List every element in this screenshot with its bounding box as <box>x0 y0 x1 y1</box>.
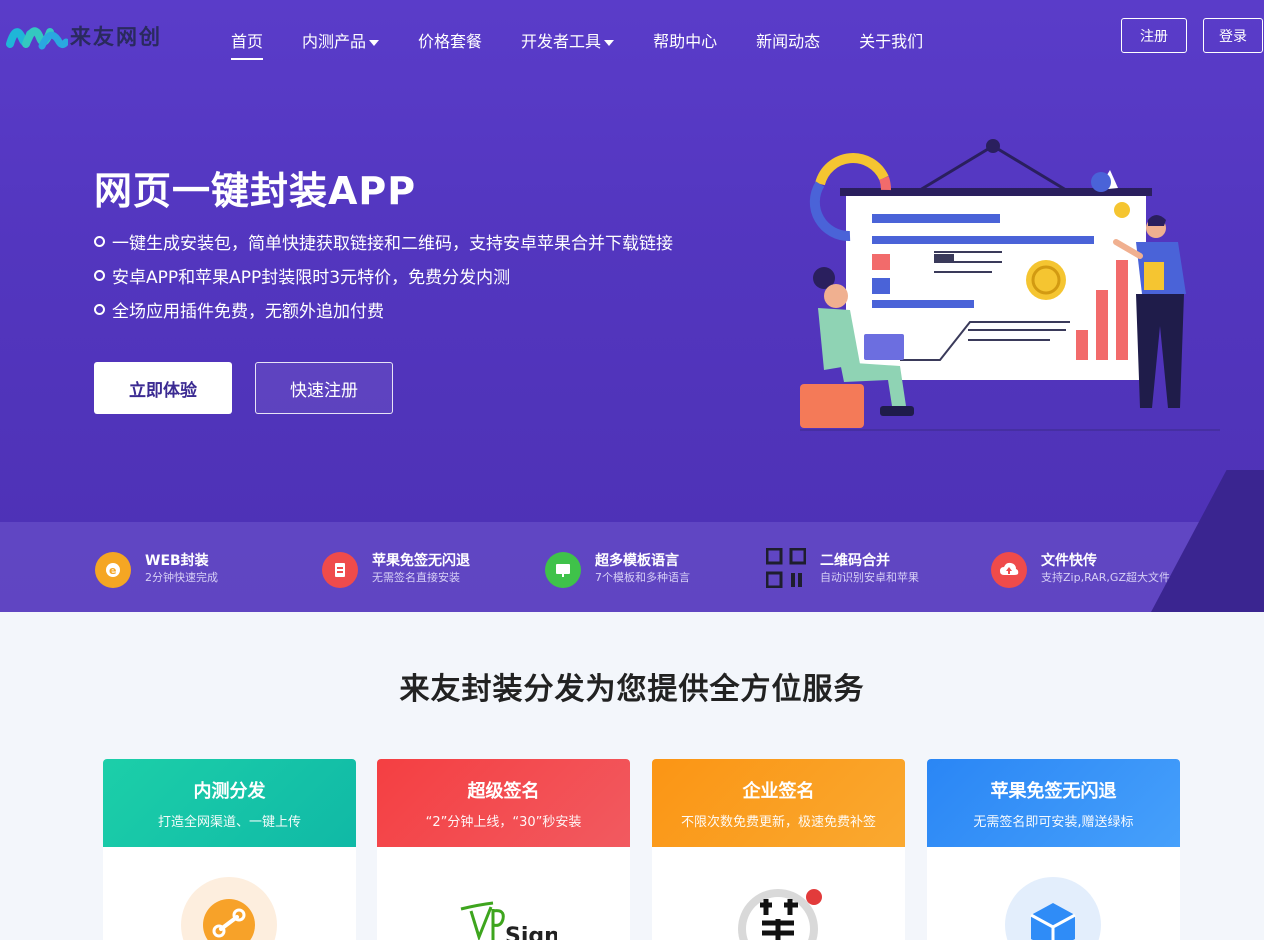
caret-down-icon <box>369 39 380 46</box>
nav-item[interactable]: 开发者工具 <box>521 28 615 52</box>
feature-file-transfer[interactable]: 文件快传 支持Zip,RAR,GZ超大文件 <box>991 552 1170 588</box>
hero-title: 网页一键封装APP <box>94 169 417 213</box>
logo-mark-icon <box>6 14 70 58</box>
feature-templates[interactable]: 超多模板语言 7个模板和多种语言 <box>545 552 690 588</box>
monitor-icon <box>545 552 581 588</box>
e-icon: e <box>95 552 131 588</box>
feature-strip: e WEB封装 2分钟快速完成 苹果免签无闪退 无需签名直接安装 超多模板语言 … <box>0 522 1264 612</box>
card-title: 内测分发 <box>193 780 266 802</box>
feature-title: 二维码合并 <box>820 553 890 569</box>
service-card-super-signature[interactable]: 超级签名 “2”分钟上线，“30”秒安装 Sign <box>377 759 630 940</box>
service-card-apple-no-crash[interactable]: 苹果免签无闪退 无需签名即可安装,赠送绿标 <box>927 759 1180 940</box>
feature-title: 苹果免签无闪退 <box>372 553 470 569</box>
feature-subtitle: 自动识别安卓和苹果 <box>820 571 919 584</box>
main-menu: 首页 内测产品 价格套餐 开发者工具 帮助中心 新闻动态 关于我们 <box>231 28 962 60</box>
card-header: 企业签名 不限次数免费更新，极速免费补签 <box>652 759 905 847</box>
document-icon <box>322 552 358 588</box>
feature-title: 超多模板语言 <box>595 553 679 569</box>
cube-icon <box>1005 877 1101 940</box>
logo[interactable]: 来友网创 <box>6 14 166 58</box>
feature-web-package[interactable]: e WEB封装 2分钟快速完成 <box>95 552 218 588</box>
nav-item[interactable]: 内测产品 <box>302 28 380 52</box>
service-card-enterprise-signature[interactable]: 企业签名 不限次数免费更新，极速免费补签 <box>652 759 905 940</box>
bullet-dot-icon <box>94 269 105 281</box>
card-title: 超级签名 <box>467 780 540 802</box>
nav-item[interactable]: 关于我们 <box>859 28 923 52</box>
presentation-illustration <box>800 139 1220 431</box>
nav-item[interactable]: 帮助中心 <box>653 28 717 52</box>
try-now-button[interactable]: 立即体验 <box>94 362 232 414</box>
feature-subtitle: 7个模板和多种语言 <box>595 571 690 584</box>
qrcode-icon <box>766 548 806 588</box>
caret-down-icon <box>604 39 615 46</box>
hero-bullet: 全场应用插件免费，无额外追加付费 <box>94 292 673 326</box>
cloud-upload-icon <box>991 552 1027 588</box>
hero-bullet: 安卓APP和苹果APP封装限时3元特价，免费分发内测 <box>94 258 673 292</box>
nav-item[interactable]: 首页 <box>231 28 264 60</box>
card-subtitle: 不限次数免费更新，极速免费补签 <box>680 814 876 830</box>
card-subtitle: “2”分钟上线，“30”秒安装 <box>425 814 582 830</box>
hero-banner: 来友网创 首页 内测产品 价格套餐 开发者工具 帮助中心 新闻动态 关于我们 注册 登录 网… <box>0 0 1264 612</box>
feature-title: WEB封装 <box>145 553 209 569</box>
login-button[interactable]: 登录 <box>1203 18 1263 53</box>
hero-bullet: 一键生成安装包，简单快捷获取链接和二维码，支持安卓苹果合并下载链接 <box>94 224 673 258</box>
vp-sign-logo-icon: Sign <box>460 901 557 940</box>
card-header: 内测分发 打造全网渠道、一键上传 <box>103 759 356 847</box>
service-card-beta-distribution[interactable]: 内测分发 打造全网渠道、一键上传 <box>103 759 356 940</box>
card-title: 苹果免签无闪退 <box>990 780 1117 802</box>
hero-bullets: 一键生成安装包，简单快捷获取链接和二维码，支持安卓苹果合并下载链接 安卓APP和… <box>94 224 673 326</box>
card-header: 超级签名 “2”分钟上线，“30”秒安装 <box>377 759 630 847</box>
bullet-dot-icon <box>94 235 105 247</box>
svg-text:e: e <box>109 564 116 577</box>
card-header: 苹果免签无闪退 无需签名即可安装,赠送绿标 <box>927 759 1180 847</box>
nav-item[interactable]: 价格套餐 <box>418 28 482 52</box>
top-nav: 来友网创 首页 内测产品 价格套餐 开发者工具 帮助中心 新闻动态 关于我们 注册 登录 <box>0 0 1264 78</box>
bullet-dot-icon <box>94 303 105 315</box>
quick-register-button[interactable]: 快速注册 <box>255 362 393 414</box>
register-button[interactable]: 注册 <box>1121 18 1187 53</box>
card-subtitle: 打造全网渠道、一键上传 <box>157 814 301 830</box>
feature-subtitle: 无需签名直接安装 <box>372 571 460 584</box>
card-subtitle: 无需签名即可安装,赠送绿标 <box>973 814 1134 830</box>
feature-qrcode-merge[interactable]: 二维码合并 自动识别安卓和苹果 <box>766 548 919 588</box>
card-title: 企业签名 <box>742 780 815 802</box>
feature-apple-no-crash[interactable]: 苹果免签无闪退 无需签名直接安装 <box>322 552 470 588</box>
svg-text:Sign: Sign <box>505 924 557 940</box>
signature-seal-icon <box>738 889 822 940</box>
feature-title: 文件快传 <box>1041 553 1097 569</box>
nav-item[interactable]: 新闻动态 <box>756 28 820 52</box>
link-icon <box>181 877 277 940</box>
feature-subtitle: 支持Zip,RAR,GZ超大文件 <box>1041 571 1170 584</box>
feature-subtitle: 2分钟快速完成 <box>145 571 218 584</box>
services-title: 来友封装分发为您提供全方位服务 <box>399 672 865 707</box>
brand-name: 来友网创 <box>70 25 162 49</box>
